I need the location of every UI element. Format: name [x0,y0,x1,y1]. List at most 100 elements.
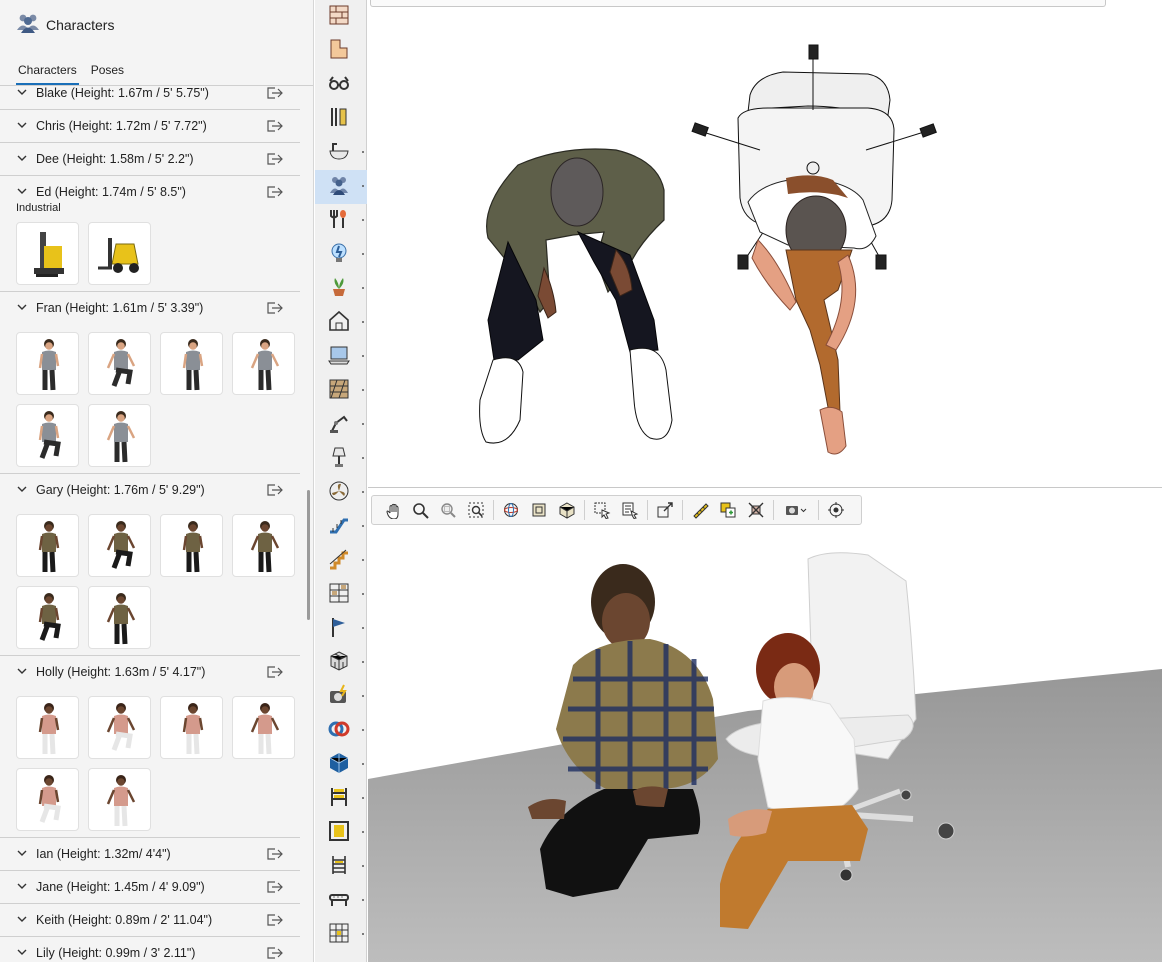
pose-thumbnail[interactable] [16,586,79,649]
perspective-viewport[interactable] [368,489,1162,962]
toolbar-escalator-button[interactable] [315,510,367,544]
toolbar-cube-button[interactable] [315,646,367,680]
toolbar-frame-button[interactable] [315,816,367,850]
chevron-down-icon[interactable] [16,185,30,199]
toolbar-wall-button[interactable] [315,0,367,34]
pose-thumbnail[interactable] [160,514,223,577]
toolbar-pallet-rack-button[interactable] [315,782,367,816]
pose-thumbnail[interactable] [160,332,223,395]
pose-thumbnail[interactable] [88,696,151,759]
insert-icon[interactable] [266,152,284,166]
pose-thumbnail[interactable] [16,404,79,467]
toolbar-measure-button[interactable] [315,102,367,136]
copy-button[interactable] [714,497,742,523]
list-scrollbar[interactable] [307,490,310,620]
character-header[interactable]: Dee (Height: 1.58m / 5' 2.2") [0,143,300,175]
pose-thumbnail[interactable] [16,514,79,577]
character-header[interactable]: Gary (Height: 1.76m / 5' 9.29") [0,474,300,506]
toolbar-plants-button[interactable] [315,272,367,306]
pose-thumbnail[interactable] [232,514,295,577]
chevron-down-icon[interactable] [16,483,30,497]
toolbar-characters-button[interactable] [315,170,367,204]
insert-icon[interactable] [266,483,284,497]
pose-thumbnail[interactable] [88,514,151,577]
toolbar-bathroom-button[interactable] [315,136,367,170]
toolbar-rings-button[interactable] [315,714,367,748]
toolbar-stairs-button[interactable] [315,544,367,578]
chevron-down-icon[interactable] [16,946,30,960]
toolbar-camera-flash-button[interactable] [315,680,367,714]
chevron-down-icon[interactable] [16,152,30,166]
character-header[interactable]: Lily (Height: 0.99m / 3' 2.11") [0,937,300,962]
toolbar-ladder-button[interactable] [315,850,367,884]
pose-thumbnail[interactable] [160,696,223,759]
select-list-button[interactable] [616,497,644,523]
chevron-down-icon[interactable] [16,665,30,679]
toolbar-lamp-button[interactable] [315,442,367,476]
hand-pan-button[interactable] [378,497,406,523]
pose-thumbnail[interactable] [232,332,295,395]
top-viewport[interactable] [368,0,1162,488]
pose-thumbnail[interactable] [16,768,79,831]
toolbar-shelving-button[interactable] [315,578,367,612]
character-header[interactable]: Ian (Height: 1.32m/ 4'4") [0,838,300,870]
pose-thumbnail[interactable] [232,696,295,759]
insert-icon[interactable] [266,301,284,315]
zoom-extents-button[interactable] [462,497,490,523]
chevron-down-icon[interactable] [16,119,30,133]
toolbar-flag-button[interactable] [315,612,367,646]
pose-thumbnail[interactable] [88,222,151,285]
character-header[interactable]: Chris (Height: 1.72m / 5' 7.72") [0,110,300,142]
target-button[interactable] [822,497,850,523]
scale-button[interactable] [651,497,679,523]
pose-thumbnail[interactable] [88,586,151,649]
front-view-button[interactable] [525,497,553,523]
zoom-window-button[interactable] [434,497,462,523]
insert-icon[interactable] [266,119,284,133]
insert-icon[interactable] [266,880,284,894]
pose-thumbnail[interactable] [16,332,79,395]
insert-icon[interactable] [266,665,284,679]
chevron-down-icon[interactable] [16,880,30,894]
orbit-button[interactable] [497,497,525,523]
insert-icon[interactable] [266,86,284,100]
toolbar-lighting-button[interactable] [315,238,367,272]
toolbar-house-button[interactable] [315,306,367,340]
tab-poses[interactable]: Poses [89,63,126,85]
character-header[interactable]: Blake (Height: 1.67m / 5' 5.75") [0,86,300,109]
zoom-button[interactable] [406,497,434,523]
insert-icon[interactable] [266,185,284,199]
pose-thumbnail[interactable] [88,404,151,467]
toolbar-floor-plan-button[interactable] [315,34,367,68]
iso-view-button[interactable] [553,497,581,523]
pose-thumbnail[interactable] [16,696,79,759]
character-header[interactable]: Jane (Height: 1.45m / 4' 9.09") [0,871,300,903]
tab-characters[interactable]: Characters [16,63,79,85]
toolbar-brick-button[interactable] [315,374,367,408]
pose-thumbnail[interactable] [16,222,79,285]
character-header[interactable]: Fran (Height: 1.61m / 5' 3.39") [0,292,300,324]
character-header[interactable]: Holly (Height: 1.63m / 5' 4.17") [0,656,300,688]
character-list[interactable]: Blake (Height: 1.67m / 5' 5.75") Chris (… [0,86,300,962]
insert-icon[interactable] [266,847,284,861]
chevron-down-icon[interactable] [16,913,30,927]
toolbar-kitchen-button[interactable] [315,204,367,238]
toolbar-conveyor-button[interactable] [315,884,367,918]
toolbar-sketchup-button[interactable] [315,748,367,782]
pose-thumbnail[interactable] [88,768,151,831]
toolbar-storage-rack-button[interactable] [315,918,367,952]
toolbar-glasses-button[interactable] [315,68,367,102]
chevron-down-icon[interactable] [16,847,30,861]
toolbar-laptop-button[interactable] [315,340,367,374]
delete-button[interactable] [742,497,770,523]
character-header[interactable]: Keith (Height: 0.89m / 2' 11.04") [0,904,300,936]
chevron-down-icon[interactable] [16,301,30,315]
camera-dropdown-button[interactable] [777,497,815,523]
chevron-down-icon[interactable] [16,86,30,100]
insert-icon[interactable] [266,946,284,960]
toolbar-fan-button[interactable] [315,476,367,510]
tape-measure-button[interactable] [686,497,714,523]
insert-icon[interactable] [266,913,284,927]
select-button[interactable] [588,497,616,523]
pose-thumbnail[interactable] [88,332,151,395]
